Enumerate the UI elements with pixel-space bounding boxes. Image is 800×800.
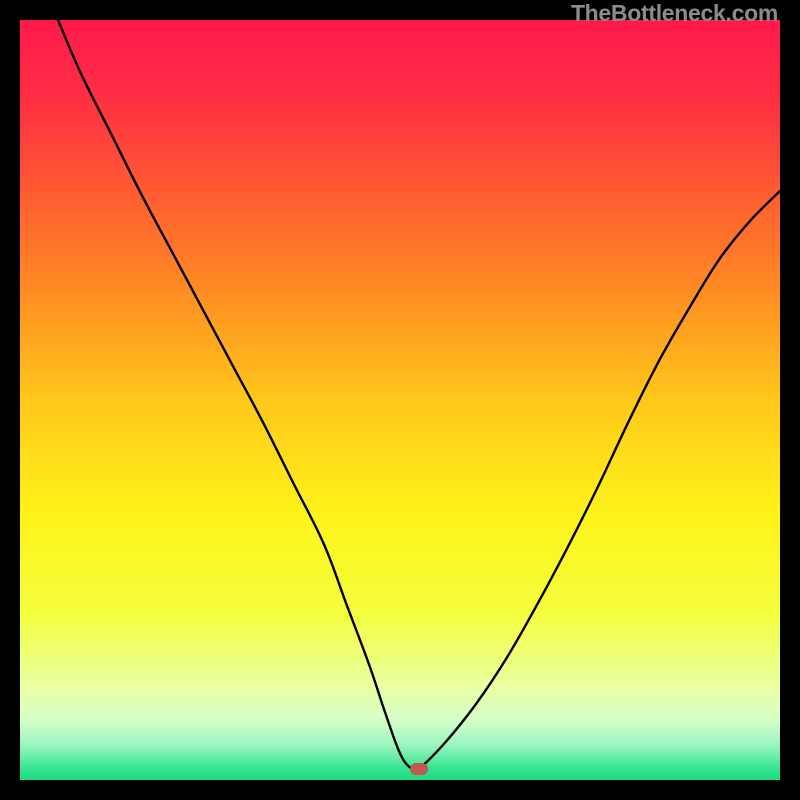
optimal-point-marker <box>410 763 428 775</box>
curve-layer <box>20 20 780 780</box>
chart-frame: TheBottleneck.com <box>0 0 800 800</box>
bottleneck-curve <box>58 20 780 771</box>
watermark-text: TheBottleneck.com <box>571 0 778 27</box>
plot-area <box>20 20 780 780</box>
